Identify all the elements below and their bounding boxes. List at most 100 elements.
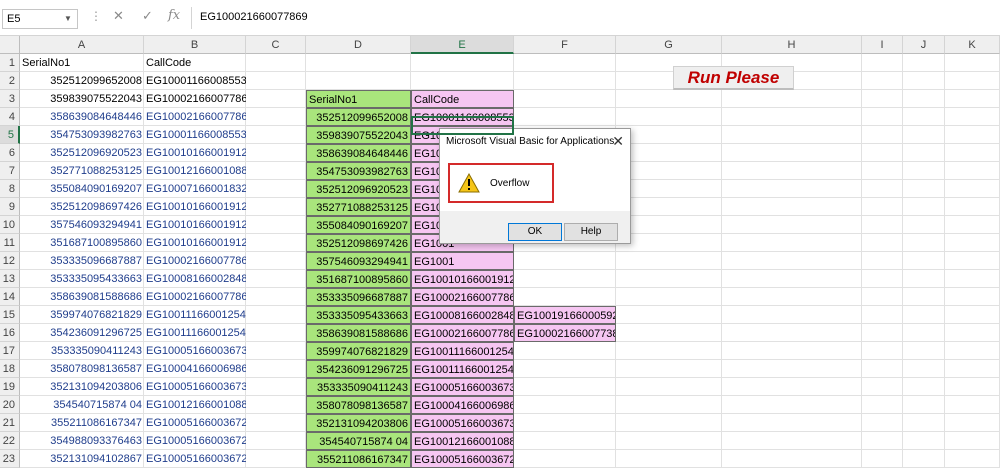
cell-a13[interactable]: 353335095433663 bbox=[20, 270, 144, 288]
cell-a3[interactable]: 359839075522043 bbox=[20, 90, 144, 108]
cell-e12[interactable]: EG1001 bbox=[411, 252, 514, 270]
cell-f16[interactable]: EG100021660077387 bbox=[514, 324, 616, 342]
cell-b7[interactable]: EG100121660010881 bbox=[144, 162, 246, 180]
cell-e3[interactable]: CallCode bbox=[411, 90, 514, 108]
cell-e14[interactable]: EG100021660077867 bbox=[411, 288, 514, 306]
cell-b1[interactable]: CallCode bbox=[144, 54, 246, 72]
cell-a2[interactable]: 352512099652008 bbox=[20, 72, 144, 90]
cell-d22[interactable]: 354540715874 04 bbox=[306, 432, 411, 450]
cell-a17[interactable]: 353335090411243 bbox=[20, 342, 144, 360]
cell-d3[interactable]: SerialNo1 bbox=[306, 90, 411, 108]
cell-b23[interactable]: EG100051660036727 bbox=[144, 450, 246, 468]
cancel-icon[interactable]: ✕ bbox=[113, 8, 124, 24]
cell-a10[interactable]: 357546093294941 bbox=[20, 216, 144, 234]
cell-d20[interactable]: 358078098136587 bbox=[306, 396, 411, 414]
chevron-down-icon[interactable]: ▼ bbox=[64, 14, 72, 23]
cell-e15[interactable]: EG100081660028487 bbox=[411, 306, 514, 324]
help-button[interactable]: Help bbox=[564, 223, 618, 241]
column-header-c[interactable]: C bbox=[246, 36, 306, 54]
cell-b13[interactable]: EG100081660028487 bbox=[144, 270, 246, 288]
cell-d13[interactable]: 351687100895860 bbox=[306, 270, 411, 288]
row-header-5[interactable]: 5 bbox=[0, 126, 20, 144]
row-header-20[interactable]: 20 bbox=[0, 396, 20, 414]
cell-d12[interactable]: 357546093294941 bbox=[306, 252, 411, 270]
column-header-e[interactable]: E bbox=[411, 36, 514, 54]
cell-a12[interactable]: 353335096687887 bbox=[20, 252, 144, 270]
cell-e16[interactable]: EG100021660077865 bbox=[411, 324, 514, 342]
cell-e21[interactable]: EG100051660036730 bbox=[411, 414, 514, 432]
cell-b18[interactable]: EG100041660069865 bbox=[144, 360, 246, 378]
row-header-17[interactable]: 17 bbox=[0, 342, 20, 360]
cell-b15[interactable]: EG100111660012543 bbox=[144, 306, 246, 324]
cell-d8[interactable]: 352512096920523 bbox=[306, 180, 411, 198]
cell-b17[interactable]: EG100051660036731 bbox=[144, 342, 246, 360]
cell-b2[interactable]: EG100011660085536 bbox=[144, 72, 246, 90]
cell-b4[interactable]: EG100021660077868 bbox=[144, 108, 246, 126]
row-header-3[interactable]: 3 bbox=[0, 90, 20, 108]
row-header-7[interactable]: 7 bbox=[0, 162, 20, 180]
cell-d4[interactable]: 352512099652008 bbox=[306, 108, 411, 126]
row-header-14[interactable]: 14 bbox=[0, 288, 20, 306]
cell-e20[interactable]: EG100041660069865 bbox=[411, 396, 514, 414]
column-header-g[interactable]: G bbox=[616, 36, 722, 54]
cell-d5[interactable]: 359839075522043 bbox=[306, 126, 411, 144]
cell-a16[interactable]: 354236091296725 bbox=[20, 324, 144, 342]
column-header-b[interactable]: B bbox=[144, 36, 246, 54]
cell-d10[interactable]: 355084090169207 bbox=[306, 216, 411, 234]
cell-a11[interactable]: 351687100895860 bbox=[20, 234, 144, 252]
row-header-11[interactable]: 11 bbox=[0, 234, 20, 252]
cell-a4[interactable]: 358639084648446 bbox=[20, 108, 144, 126]
row-header-19[interactable]: 19 bbox=[0, 378, 20, 396]
row-header-1[interactable]: 1 bbox=[0, 54, 20, 72]
cell-a7[interactable]: 352771088253125 bbox=[20, 162, 144, 180]
cell-b8[interactable]: EG100071660018324 bbox=[144, 180, 246, 198]
formula-input[interactable]: EG100021660077869 bbox=[200, 11, 308, 23]
ok-button[interactable]: OK bbox=[508, 223, 562, 241]
enter-icon[interactable]: ✓ bbox=[142, 8, 153, 24]
cell-a19[interactable]: 352131094203806 bbox=[20, 378, 144, 396]
cell-e13[interactable]: EG100101660019124 bbox=[411, 270, 514, 288]
cell-b19[interactable]: EG100051660036730 bbox=[144, 378, 246, 396]
row-header-21[interactable]: 21 bbox=[0, 414, 20, 432]
cell-a5[interactable]: 354753093982763 bbox=[20, 126, 144, 144]
row-header-10[interactable]: 10 bbox=[0, 216, 20, 234]
cell-d11[interactable]: 352512098697426 bbox=[306, 234, 411, 252]
cell-a14[interactable]: 358639081588686 bbox=[20, 288, 144, 306]
cell-b11[interactable]: EG100101660019124 bbox=[144, 234, 246, 252]
cell-a21[interactable]: 355211086167347 bbox=[20, 414, 144, 432]
cell-e17[interactable]: EG100111660012543 bbox=[411, 342, 514, 360]
row-header-2[interactable]: 2 bbox=[0, 72, 20, 90]
cell-e23[interactable]: EG100051660036729 bbox=[411, 450, 514, 468]
row-header-8[interactable]: 8 bbox=[0, 180, 20, 198]
cell-a23[interactable]: 352131094102867 bbox=[20, 450, 144, 468]
cell-d14[interactable]: 353335096687887 bbox=[306, 288, 411, 306]
cell-a9[interactable]: 352512098697426 bbox=[20, 198, 144, 216]
cell-e18[interactable]: EG100111660012542 bbox=[411, 360, 514, 378]
cell-b22[interactable]: EG100051660036728 bbox=[144, 432, 246, 450]
column-header-a[interactable]: A bbox=[20, 36, 144, 54]
cell-b10[interactable]: EG100101660019125 bbox=[144, 216, 246, 234]
column-header-k[interactable]: K bbox=[945, 36, 1000, 54]
cell-d19[interactable]: 353335090411243 bbox=[306, 378, 411, 396]
column-header-i[interactable]: I bbox=[862, 36, 903, 54]
cell-b20[interactable]: EG100121660010880 bbox=[144, 396, 246, 414]
row-header-15[interactable]: 15 bbox=[0, 306, 20, 324]
cell-d21[interactable]: 352131094203806 bbox=[306, 414, 411, 432]
row-header-18[interactable]: 18 bbox=[0, 360, 20, 378]
row-header-6[interactable]: 6 bbox=[0, 144, 20, 162]
cell-a1[interactable]: SerialNo1 bbox=[20, 54, 144, 72]
cell-a22[interactable]: 354988093376463 bbox=[20, 432, 144, 450]
cell-b12[interactable]: EG100021660077867 bbox=[144, 252, 246, 270]
cell-f15[interactable]: EG100191660005923 bbox=[514, 306, 616, 324]
close-icon[interactable]: ✕ bbox=[612, 133, 624, 150]
cell-d23[interactable]: 355211086167347 bbox=[306, 450, 411, 468]
cell-b6[interactable]: EG100101660019128 bbox=[144, 144, 246, 162]
cell-b21[interactable]: EG100051660036729 bbox=[144, 414, 246, 432]
cell-d17[interactable]: 359974076821829 bbox=[306, 342, 411, 360]
cell-d15[interactable]: 353335095433663 bbox=[306, 306, 411, 324]
row-header-13[interactable]: 13 bbox=[0, 270, 20, 288]
row-header-9[interactable]: 9 bbox=[0, 198, 20, 216]
cell-a6[interactable]: 352512096920523 bbox=[20, 144, 144, 162]
cell-b9[interactable]: EG100101660019127 bbox=[144, 198, 246, 216]
cell-d7[interactable]: 354753093982763 bbox=[306, 162, 411, 180]
